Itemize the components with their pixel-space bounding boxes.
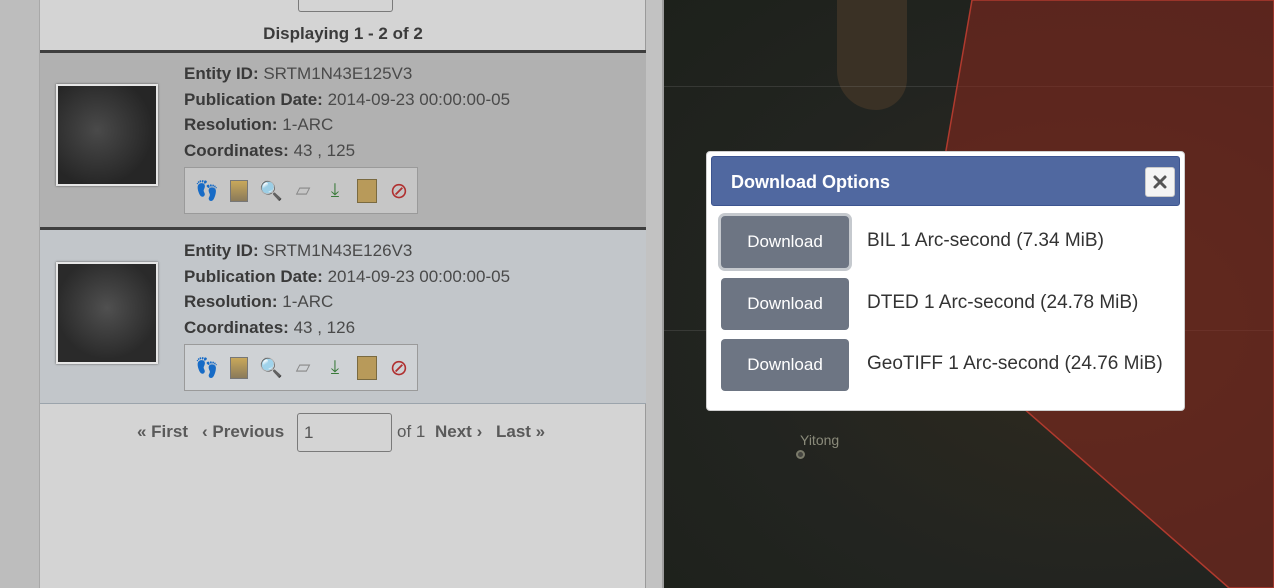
coordinates-label: Coordinates: [184,140,289,160]
zoom-overlay-icon[interactable]: 🔍 [257,354,285,382]
download-option-row: Download GeoTIFF 1 Arc-second (24.76 MiB… [707,339,1186,391]
city-marker-icon [796,450,805,459]
footprint-icon[interactable]: 👣 [193,177,221,205]
result-metadata: Entity ID: SRTM1N43E126V3 Publication Da… [184,238,510,340]
entity-id-value: SRTM1N43E125V3 [263,64,413,83]
result-metadata: Entity ID: SRTM1N43E125V3 Publication Da… [184,61,510,163]
entity-id-label: Entity ID: [184,64,259,83]
publication-date-label: Publication Date: [184,266,323,286]
result-entry: Entity ID: SRTM1N43E126V3 Publication Da… [40,230,646,404]
publication-date-value: 2014-09-23 00:00:00-05 [327,266,511,286]
download-dted-button[interactable]: Download [721,278,849,330]
metadata-browse-icon[interactable] [230,356,248,379]
download-option-label: BIL 1 Arc-second (7.34 MiB) [867,230,1104,251]
resolution-label: Resolution: [184,292,278,311]
download-option-label: DTED 1 Arc-second (24.78 MiB) [867,292,1139,313]
exclude-icon[interactable]: ⊘ [385,354,413,382]
resolution-value: 1-ARC [282,115,334,134]
compare-shape-icon[interactable]: ▱ [289,354,317,382]
resolution-label: Resolution: [184,115,278,134]
download-option-row: Download DTED 1 Arc-second (24.78 MiB) [707,278,1186,330]
coordinates-value: 43 , 125 [293,140,356,160]
page-number-input[interactable] [297,413,392,452]
resolution-value: 1-ARC [282,292,334,311]
pager-last-link[interactable]: Last » [496,422,545,442]
pager-previous-link[interactable]: ‹ Previous [202,422,284,442]
download-geotiff-button[interactable]: Download [721,339,849,391]
result-thumbnail[interactable] [56,84,158,186]
left-strip [0,0,40,588]
download-options-dialog: Download Options Download BIL 1 Arc-seco… [706,151,1185,411]
download-bil-button[interactable]: Download [721,216,849,268]
pager-next-link[interactable]: Next › [435,422,482,442]
close-icon [1153,175,1167,189]
zoom-overlay-icon[interactable]: 🔍 [257,177,285,205]
dialog-header: Download Options [711,156,1180,206]
result-entry: Entity ID: SRTM1N43E125V3 Publication Da… [40,53,646,228]
metadata-browse-icon[interactable] [230,179,248,202]
publication-date-label: Publication Date: [184,89,323,109]
result-toolbar: 👣 🔍 ▱ ⤓ ⊘ [184,344,418,391]
result-thumbnail[interactable] [56,262,158,364]
entity-id-value: SRTM1N43E126V3 [263,241,413,260]
publication-date-value: 2014-09-23 00:00:00-05 [327,89,511,109]
order-icon[interactable] [357,355,377,380]
pagination: « First ‹ Previous of 1 Next › Last » [40,413,646,453]
panel-splitter[interactable] [646,0,663,588]
exclude-icon[interactable]: ⊘ [385,177,413,205]
close-button[interactable] [1145,167,1175,197]
dialog-title: Download Options [731,172,890,192]
top-tab[interactable] [298,0,393,12]
result-toolbar: 👣 🔍 ▱ ⤓ ⊘ [184,167,418,214]
coordinates-label: Coordinates: [184,317,289,337]
entity-id-label: Entity ID: [184,241,259,260]
download-icon[interactable]: ⤓ [321,177,349,205]
pager-first-link[interactable]: « First [137,422,188,442]
compare-shape-icon[interactable]: ▱ [289,177,317,205]
results-count: Displaying 1 - 2 of 2 [263,24,423,43]
page-count: of 1 [397,422,426,441]
search-results-panel: Displaying 1 - 2 of 2 Entity ID: SRTM1N4… [40,0,646,588]
coordinates-value: 43 , 126 [293,317,356,337]
order-icon[interactable] [357,178,377,203]
footprint-icon[interactable]: 👣 [193,354,221,382]
download-option-label: GeoTIFF 1 Arc-second (24.76 MiB) [867,353,1163,374]
download-icon[interactable]: ⤓ [321,354,349,382]
city-label: Yitong [800,432,840,448]
download-option-row: Download BIL 1 Arc-second (7.34 MiB) [707,216,1186,268]
